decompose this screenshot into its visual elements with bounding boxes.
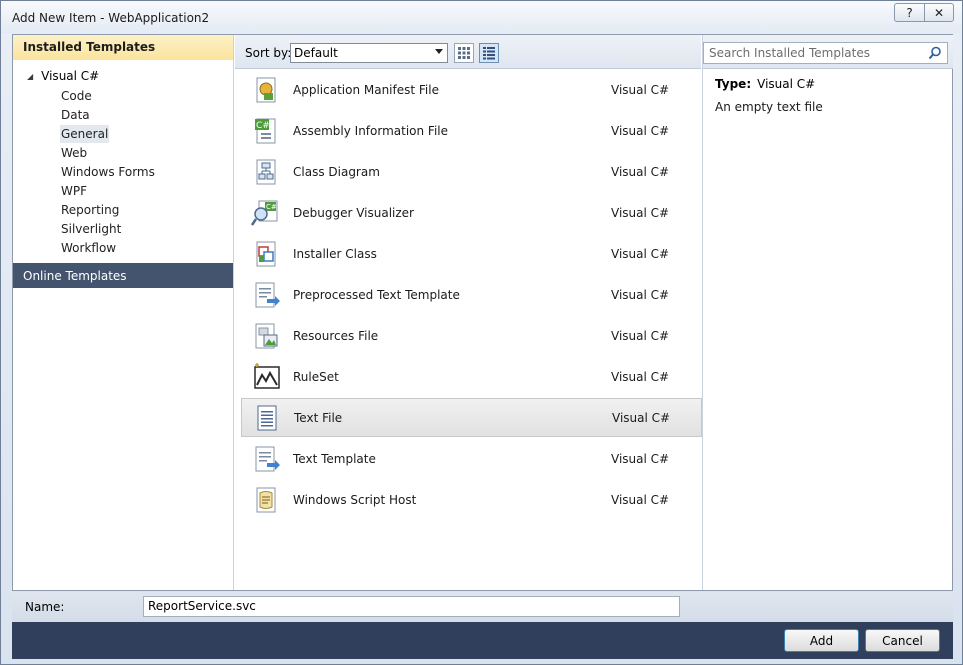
tree-item-reporting[interactable]: Reporting bbox=[60, 201, 120, 219]
add-button[interactable]: Add bbox=[784, 629, 859, 652]
small-icons-view-button[interactable] bbox=[454, 43, 474, 63]
assembly-info-icon: C# bbox=[255, 118, 276, 143]
sort-by-value: Default bbox=[294, 46, 338, 60]
template-name: RuleSet bbox=[293, 369, 339, 384]
type-label: Type: bbox=[715, 77, 752, 91]
dropdown-arrow-icon bbox=[435, 49, 443, 54]
resources-file-icon bbox=[255, 323, 278, 348]
template-language: Visual C# bbox=[611, 205, 670, 220]
window-title: Add New Item - WebApplication2 bbox=[12, 11, 210, 25]
manifest-icon bbox=[256, 77, 276, 102]
template-row-application-manifest-file[interactable]: Application Manifest File Visual C# bbox=[241, 70, 702, 109]
name-bar: Name: ReportService.svc bbox=[12, 592, 953, 622]
template-name: Preprocessed Text Template bbox=[293, 287, 460, 302]
template-language: Visual C# bbox=[611, 369, 670, 384]
search-installed-templates-input[interactable]: Search Installed Templates bbox=[703, 42, 948, 64]
search-placeholder: Search Installed Templates bbox=[709, 46, 870, 60]
sort-by-dropdown[interactable]: Default bbox=[290, 43, 448, 63]
template-name: Assembly Information File bbox=[293, 123, 449, 138]
template-language: Visual C# bbox=[612, 410, 671, 425]
type-value: Visual C# bbox=[757, 77, 816, 91]
preprocessed-template-icon bbox=[255, 282, 280, 307]
search-toolbar: Search Installed Templates bbox=[703, 35, 953, 69]
template-row-ruleset[interactable]: RuleSet Visual C# bbox=[241, 357, 702, 396]
debugger-visualizer-icon: C# bbox=[251, 200, 278, 226]
template-row-text-template[interactable]: Text Template Visual C# bbox=[241, 439, 702, 478]
template-name: Debugger Visualizer bbox=[293, 205, 414, 220]
script-host-icon bbox=[256, 487, 276, 512]
tree-item-silverlight[interactable]: Silverlight bbox=[60, 220, 122, 238]
name-field[interactable]: ReportService.svc bbox=[143, 596, 680, 617]
template-categories-pane: Installed Templates ◢ Visual C# Code Dat… bbox=[13, 35, 234, 590]
template-type: Type: Visual C# bbox=[715, 77, 815, 91]
template-row-text-file[interactable]: Text File Visual C# bbox=[241, 398, 702, 437]
tree-item-general[interactable]: General bbox=[60, 125, 110, 143]
template-row-windows-script-host[interactable]: Windows Script Host Visual C# bbox=[241, 480, 702, 519]
template-list-pane: Sort by: Default Application Manifest Fi… bbox=[235, 35, 702, 590]
template-name: Class Diagram bbox=[293, 164, 380, 179]
tree-item-windows-forms[interactable]: Windows Forms bbox=[60, 163, 156, 181]
template-language: Visual C# bbox=[611, 246, 670, 261]
template-row-class-diagram[interactable]: Class Diagram Visual C# bbox=[241, 152, 702, 191]
title-bar-buttons: ? ✕ bbox=[894, 3, 954, 22]
template-language: Visual C# bbox=[611, 123, 670, 138]
template-language: Visual C# bbox=[611, 164, 670, 179]
cancel-button[interactable]: Cancel bbox=[865, 629, 940, 652]
text-template-icon bbox=[255, 446, 280, 471]
list-toolbar: Sort by: Default bbox=[235, 35, 701, 69]
template-row-resources-file[interactable]: Resources File Visual C# bbox=[241, 316, 702, 355]
installed-templates-header[interactable]: Installed Templates bbox=[13, 35, 233, 60]
class-diagram-icon bbox=[256, 159, 276, 184]
tree-item-data[interactable]: Data bbox=[60, 106, 91, 124]
search-icon[interactable] bbox=[928, 46, 942, 60]
tree-root-visual-csharp[interactable]: ◢ Visual C# bbox=[27, 69, 99, 83]
text-file-icon bbox=[257, 405, 277, 430]
tree-root-label: Visual C# bbox=[41, 69, 100, 83]
template-row-installer-class[interactable]: Installer Class Visual C# bbox=[241, 234, 702, 273]
svg-text:C#: C# bbox=[266, 203, 277, 211]
tree-item-wpf[interactable]: WPF bbox=[60, 182, 88, 200]
installer-class-icon bbox=[256, 241, 276, 266]
template-name: Text Template bbox=[293, 451, 376, 466]
online-templates-header[interactable]: Online Templates bbox=[13, 263, 233, 288]
tree-item-web[interactable]: Web bbox=[60, 144, 88, 162]
tree-item-workflow[interactable]: Workflow bbox=[60, 239, 117, 257]
template-language: Visual C# bbox=[611, 82, 670, 97]
close-button[interactable]: ✕ bbox=[924, 3, 954, 22]
template-language: Visual C# bbox=[611, 492, 670, 507]
template-name: Text File bbox=[294, 410, 343, 425]
template-name: Application Manifest File bbox=[293, 82, 439, 97]
dialog-footer: Add Cancel bbox=[12, 622, 953, 659]
expand-arrow-icon[interactable]: ◢ bbox=[27, 72, 33, 81]
details-view-button[interactable] bbox=[479, 43, 499, 63]
template-row-assembly-information-file[interactable]: C# Assembly Information File Visual C# bbox=[241, 111, 702, 150]
tree-item-code[interactable]: Code bbox=[60, 87, 93, 105]
template-name: Installer Class bbox=[293, 246, 377, 261]
template-details-pane: Search Installed Templates Type: Visual C… bbox=[702, 35, 953, 590]
ruleset-icon bbox=[254, 362, 280, 389]
small-icons-icon bbox=[458, 47, 470, 59]
help-button[interactable]: ? bbox=[894, 3, 924, 22]
title-bar: Add New Item - WebApplication2 ? ✕ bbox=[1, 1, 962, 33]
template-name: Resources File bbox=[293, 328, 379, 343]
name-label: Name: bbox=[25, 600, 65, 614]
sort-by-label: Sort by: bbox=[245, 46, 292, 60]
template-language: Visual C# bbox=[611, 287, 670, 302]
template-row-preprocessed-text-template[interactable]: Preprocessed Text Template Visual C# bbox=[241, 275, 702, 314]
template-language: Visual C# bbox=[611, 451, 670, 466]
template-name: Windows Script Host bbox=[293, 492, 417, 507]
add-new-item-dialog: Add New Item - WebApplication2 ? ✕ Insta… bbox=[0, 0, 963, 665]
dialog-content: Installed Templates ◢ Visual C# Code Dat… bbox=[12, 34, 953, 591]
template-description: An empty text file bbox=[715, 100, 823, 114]
template-language: Visual C# bbox=[611, 328, 670, 343]
template-row-debugger-visualizer[interactable]: C# Debugger Visualizer Visual C# bbox=[241, 193, 702, 232]
details-view-icon bbox=[483, 47, 495, 60]
svg-text:C#: C# bbox=[256, 121, 270, 131]
